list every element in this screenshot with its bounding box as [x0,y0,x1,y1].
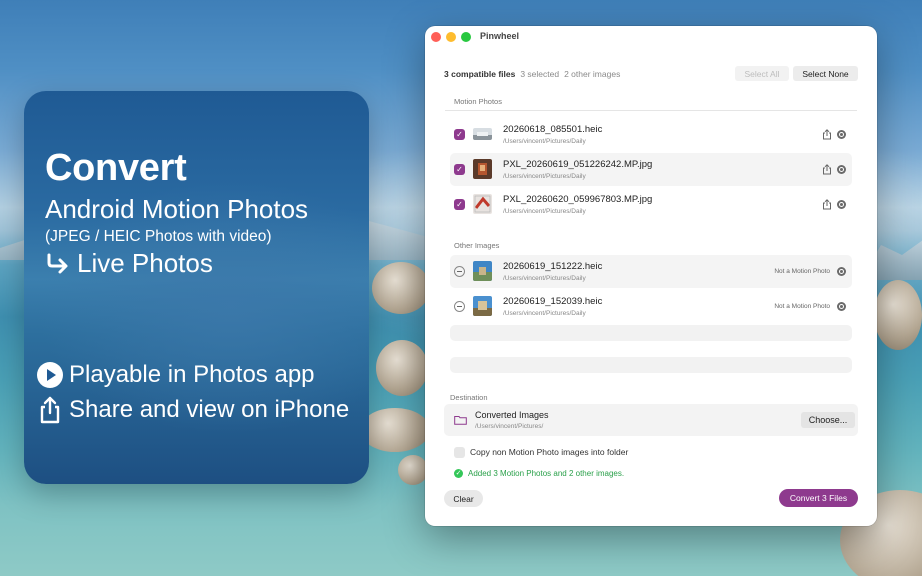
close-window-button[interactable] [431,32,441,42]
selected-count: 3 selected [520,69,560,79]
promo-live-photos: Live Photos [45,248,213,279]
app-window: Pinwheel 3 compatible files 3 selected 2… [425,26,877,526]
status-label: Not a Motion Photo [774,303,830,310]
promo-feature-share: Share and view on iPhone [37,396,349,424]
file-path: /Users/vincent/Pictures/Daily [503,173,586,180]
promo-formats: (JPEG / HEIC Photos with video) [45,228,272,245]
empty-list-row [450,357,852,373]
file-name: 20260619_151222.heic [503,261,603,272]
promo-live-label: Live Photos [77,248,213,278]
list-item[interactable]: ✓ 20260618_085501.heic /Users/vincent/Pi… [450,118,852,151]
compatible-count: 3 compatible files [444,69,516,79]
destination-section-label: Destination [450,393,488,402]
promo-feature-label: Share and view on iPhone [69,396,350,423]
excluded-icon [454,266,465,277]
list-item[interactable]: ✓ PXL_20260619_051226242.MP.jpg /Users/v… [450,153,852,186]
destination-name: Converted Images [475,410,549,420]
selection-summary: 3 compatible files 3 selected 2 other im… [444,69,620,79]
file-name: PXL_20260620_059967803.MP.jpg [503,194,653,205]
file-name: 20260618_085501.heic [503,124,603,135]
background-rock [360,408,430,452]
search-icon[interactable] [837,267,846,276]
search-icon[interactable] [837,165,846,174]
search-icon[interactable] [837,200,846,209]
promo-feature-playable: Playable in Photos app [37,361,315,389]
promo-title: Convert [45,147,187,189]
copy-non-motion-checkbox[interactable] [454,447,465,458]
other-count: 2 other images [564,69,621,79]
motion-photos-section-label: Motion Photos [454,97,502,106]
convert-button[interactable]: Convert 3 Files [779,489,858,507]
file-path: /Users/vincent/Pictures/Daily [503,138,586,145]
search-icon[interactable] [837,302,846,311]
other-images-section-label: Other Images [454,241,500,250]
background-rock [398,455,428,485]
choose-destination-button[interactable]: Choose... [801,412,855,428]
checkbox-checked[interactable]: ✓ [454,129,465,140]
promo-subtitle: Android Motion Photos [45,194,309,224]
checkbox-checked[interactable]: ✓ [454,199,465,210]
search-icon[interactable] [837,130,846,139]
list-item[interactable]: 20260619_151222.heic /Users/vincent/Pict… [450,255,852,288]
file-path: /Users/vincent/Pictures/Daily [503,310,586,317]
title-bar[interactable]: Pinwheel [425,26,877,48]
file-name: 20260619_152039.heic [503,296,603,307]
checkmark-circle-icon: ✓ [454,469,463,478]
file-path: /Users/vincent/Pictures/Daily [503,275,586,282]
status-label: Not a Motion Photo [774,268,830,275]
play-circle-icon [37,362,63,388]
arrow-turn-right-icon [47,253,68,273]
status-message: Added 3 Motion Photos and 2 other images… [468,469,625,478]
zoom-window-button[interactable] [461,32,471,42]
background-rock [874,280,922,350]
share-icon[interactable] [822,199,832,210]
photo-thumbnail [473,128,492,140]
minimize-window-button[interactable] [446,32,456,42]
share-icon [40,396,60,424]
select-all-button[interactable]: Select All [735,66,789,81]
section-divider [445,110,857,111]
file-name: PXL_20260619_051226242.MP.jpg [503,159,653,170]
share-icon[interactable] [822,129,832,140]
clear-button[interactable]: Clear [444,490,483,507]
promo-feature-label: Playable in Photos app [69,361,315,388]
list-item[interactable]: 20260619_152039.heic /Users/vincent/Pict… [450,290,852,323]
destination-box: Converted Images /Users/vincent/Pictures… [444,404,858,436]
checkbox-checked[interactable]: ✓ [454,164,465,175]
empty-list-row [450,325,852,341]
photo-thumbnail [473,194,492,214]
background-rock [376,340,428,396]
list-item[interactable]: ✓ PXL_20260620_059967803.MP.jpg /Users/v… [450,188,852,221]
folder-icon [454,416,467,425]
share-icon[interactable] [822,164,832,175]
promo-card: Convert Android Motion Photos (JPEG / HE… [24,91,369,484]
copy-non-motion-label: Copy non Motion Photo images into folder [470,447,629,457]
file-path: /Users/vincent/Pictures/Daily [503,208,586,215]
destination-path: /Users/vincent/Pictures/ [475,423,544,430]
photo-thumbnail [473,296,492,316]
select-none-button[interactable]: Select None [793,66,858,81]
photo-thumbnail [473,159,492,179]
excluded-icon [454,301,465,312]
window-title: Pinwheel [480,31,520,41]
photo-thumbnail [473,261,492,281]
background-rock [372,262,430,314]
